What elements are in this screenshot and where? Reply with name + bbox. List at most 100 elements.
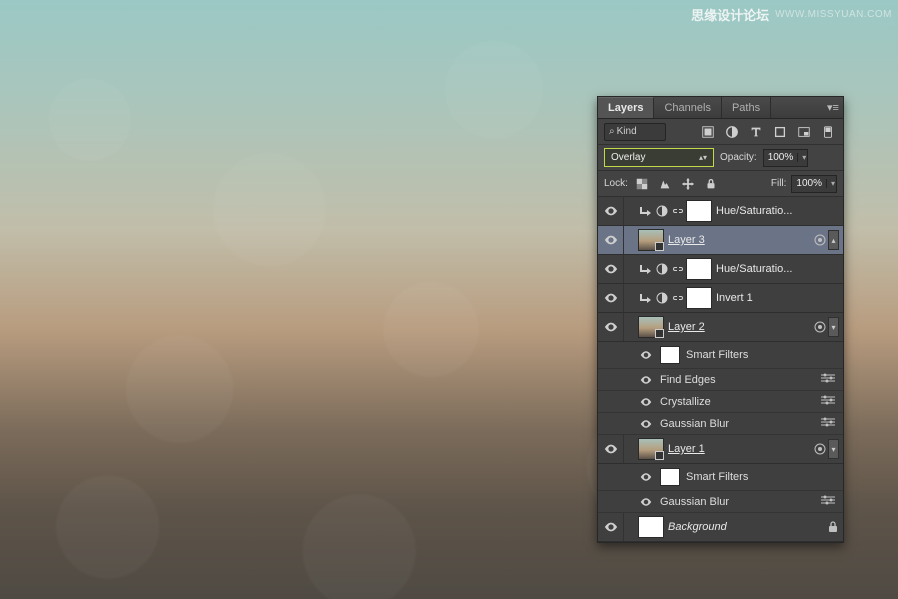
- visibility-toggle[interactable]: [598, 197, 624, 225]
- visibility-toggle[interactable]: [598, 255, 624, 283]
- filter-smartobject-icon[interactable]: [795, 123, 813, 141]
- layer-thumb[interactable]: [638, 316, 664, 338]
- dropdown-arrows-icon: ▴▾: [699, 153, 707, 162]
- filter-name: Find Edges: [660, 374, 716, 386]
- tab-channels[interactable]: Channels: [654, 97, 721, 118]
- smartobject-badge-icon: [655, 451, 664, 460]
- layer-thumb[interactable]: [638, 229, 664, 251]
- layer-row[interactable]: Hue/Saturatio...: [598, 197, 843, 226]
- visibility-toggle[interactable]: [638, 376, 654, 384]
- watermark: 思缘设计论坛 WWW.MISSYUAN.COM: [691, 5, 892, 24]
- panel-menu-icon[interactable]: ▾≡: [823, 101, 843, 114]
- lock-transparent-icon[interactable]: [633, 175, 651, 193]
- filter-mask-thumb[interactable]: [660, 346, 680, 364]
- layer-row-background[interactable]: Background: [598, 513, 843, 542]
- layer-filter-kind[interactable]: ⌕ Kind: [604, 123, 666, 141]
- smart-filters-header[interactable]: Smart Filters: [598, 342, 843, 369]
- visibility-toggle[interactable]: [598, 284, 624, 312]
- layer-name[interactable]: Layer 2: [664, 321, 705, 333]
- smart-filter-row[interactable]: Gaussian Blur: [598, 491, 843, 513]
- layer-row[interactable]: Layer 2 ▾: [598, 313, 843, 342]
- adjustment-icon: [654, 203, 670, 219]
- watermark-url: WWW.MISSYUAN.COM: [775, 9, 892, 20]
- layer-name[interactable]: Background: [664, 521, 727, 533]
- filter-type-icon[interactable]: [747, 123, 765, 141]
- lock-icon: [827, 521, 839, 533]
- smart-filter-row[interactable]: Crystallize: [598, 391, 843, 413]
- visibility-indicator-icon: [814, 321, 826, 333]
- layer-name[interactable]: Layer 1: [664, 443, 705, 455]
- filter-shape-icon[interactable]: [771, 123, 789, 141]
- filter-adjustment-icon[interactable]: [723, 123, 741, 141]
- blend-mode-value: Overlay: [611, 152, 645, 163]
- lock-all-icon[interactable]: [702, 175, 720, 193]
- filter-options-icon[interactable]: [821, 495, 835, 508]
- visibility-toggle[interactable]: [598, 435, 624, 463]
- fill-label: Fill:: [771, 178, 787, 189]
- smart-filter-row[interactable]: Find Edges: [598, 369, 843, 391]
- layer-row-selected[interactable]: Layer 3 ▴: [598, 226, 843, 255]
- visibility-toggle[interactable]: [598, 313, 624, 341]
- filter-name: Gaussian Blur: [660, 496, 729, 508]
- visibility-toggle[interactable]: [638, 498, 654, 506]
- smart-filters-label: Smart Filters: [686, 471, 748, 483]
- layer-mask-thumb[interactable]: [686, 258, 712, 280]
- visibility-toggle[interactable]: [638, 473, 654, 481]
- smart-filters-header[interactable]: Smart Filters: [598, 464, 843, 491]
- layer-thumb[interactable]: [638, 438, 664, 460]
- visibility-toggle[interactable]: [638, 420, 654, 428]
- fill-value: 100%: [792, 178, 826, 189]
- clip-arrow-icon: [638, 261, 654, 277]
- filter-toggle-icon[interactable]: [819, 123, 837, 141]
- panel-tabs: Layers Channels Paths ▾≡: [598, 97, 843, 119]
- layer-name[interactable]: Invert 1: [712, 292, 753, 304]
- smart-filter-row[interactable]: Gaussian Blur: [598, 413, 843, 435]
- scroll-down-button[interactable]: ▾: [828, 317, 839, 337]
- fill-field[interactable]: 100% ▾: [791, 175, 837, 193]
- layers-list: Hue/Saturatio... Layer 3 ▴ Hue/Saturatio…: [598, 197, 843, 542]
- blend-mode-select[interactable]: Overlay ▴▾: [604, 148, 714, 167]
- layer-name[interactable]: Hue/Saturatio...: [712, 205, 792, 217]
- filter-mask-thumb[interactable]: [660, 468, 680, 486]
- opacity-value: 100%: [764, 152, 798, 163]
- visibility-toggle[interactable]: [638, 351, 654, 359]
- visibility-toggle[interactable]: [598, 513, 624, 541]
- clip-arrow-icon: [638, 203, 654, 219]
- filter-options-icon[interactable]: [821, 395, 835, 408]
- smartobject-badge-icon: [655, 242, 664, 251]
- opacity-field[interactable]: 100% ▾: [763, 149, 809, 167]
- blend-opacity-bar: Overlay ▴▾ Opacity: 100% ▾: [598, 145, 843, 171]
- visibility-indicator-icon: [814, 234, 826, 246]
- adjustment-icon: [654, 290, 670, 306]
- filter-options-icon[interactable]: [821, 417, 835, 430]
- filter-pixel-icon[interactable]: [699, 123, 717, 141]
- scroll-up-button[interactable]: ▴: [828, 230, 839, 250]
- layer-filter-bar: ⌕ Kind: [598, 119, 843, 145]
- layer-mask-thumb[interactable]: [686, 200, 712, 222]
- layer-mask-thumb[interactable]: [686, 287, 712, 309]
- visibility-toggle[interactable]: [638, 398, 654, 406]
- layer-name[interactable]: Hue/Saturatio...: [712, 263, 792, 275]
- tab-paths[interactable]: Paths: [722, 97, 771, 118]
- lock-image-icon[interactable]: [656, 175, 674, 193]
- opacity-stepper-icon[interactable]: ▾: [797, 153, 807, 162]
- opacity-label: Opacity:: [720, 152, 757, 163]
- tab-layers[interactable]: Layers: [598, 97, 654, 118]
- lock-fill-bar: Lock: Fill: 100% ▾: [598, 171, 843, 197]
- layer-row[interactable]: Invert 1: [598, 284, 843, 313]
- link-icon: [670, 290, 686, 306]
- lock-position-icon[interactable]: [679, 175, 697, 193]
- layers-panel: Layers Channels Paths ▾≡ ⌕ Kind Overlay …: [597, 96, 844, 543]
- clip-arrow-icon: [638, 290, 654, 306]
- filter-name: Gaussian Blur: [660, 418, 729, 430]
- adjustment-icon: [654, 261, 670, 277]
- layer-row[interactable]: Hue/Saturatio...: [598, 255, 843, 284]
- layer-row[interactable]: Layer 1 ▾: [598, 435, 843, 464]
- visibility-toggle[interactable]: [598, 226, 624, 254]
- filter-options-icon[interactable]: [821, 373, 835, 386]
- fill-stepper-icon[interactable]: ▾: [826, 179, 836, 188]
- scroll-down-button[interactable]: ▾: [828, 439, 839, 459]
- layer-name[interactable]: Layer 3: [664, 234, 705, 246]
- layer-thumb[interactable]: [638, 516, 664, 538]
- visibility-indicator-icon: [814, 443, 826, 455]
